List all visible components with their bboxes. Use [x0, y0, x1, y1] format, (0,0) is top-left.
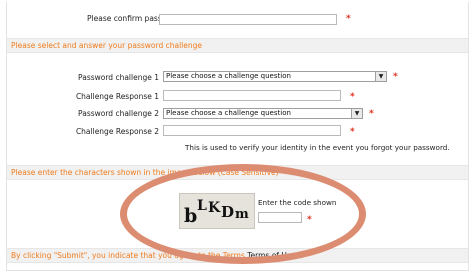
chevron-down-icon[interactable]: ▼ — [351, 109, 362, 118]
confirm-password-required-marker: * — [346, 14, 351, 24]
highlight-oval — [120, 164, 366, 264]
challenge-note: This is used to verify your identity in … — [185, 143, 450, 152]
response1-required-marker: * — [350, 92, 355, 102]
challenge2-label: Password challenge 2 — [78, 109, 159, 118]
chevron-down-icon[interactable]: ▼ — [375, 72, 386, 81]
response1-label: Challenge Response 1 — [75, 92, 159, 101]
challenge2-select[interactable]: Please choose a challenge question ▼ — [163, 108, 363, 119]
challenge1-label: Password challenge 1 — [78, 73, 159, 82]
response2-label: Challenge Response 2 — [75, 127, 159, 136]
response2-required-marker: * — [350, 127, 355, 137]
challenge1-required-marker: * — [393, 72, 398, 82]
confirm-password-label: Please confirm password — [87, 14, 181, 23]
challenge2-required-marker: * — [369, 109, 374, 119]
challenge1-selected-value: Please choose a challenge question — [166, 72, 291, 80]
challenge2-selected-value: Please choose a challenge question — [166, 109, 291, 117]
challenge1-select[interactable]: Please choose a challenge question ▼ — [163, 71, 387, 82]
confirm-password-input[interactable] — [159, 14, 337, 25]
response2-input[interactable] — [163, 125, 341, 136]
response1-input[interactable] — [163, 90, 341, 101]
challenge-section-heading: Please select and answer your password c… — [11, 41, 202, 50]
